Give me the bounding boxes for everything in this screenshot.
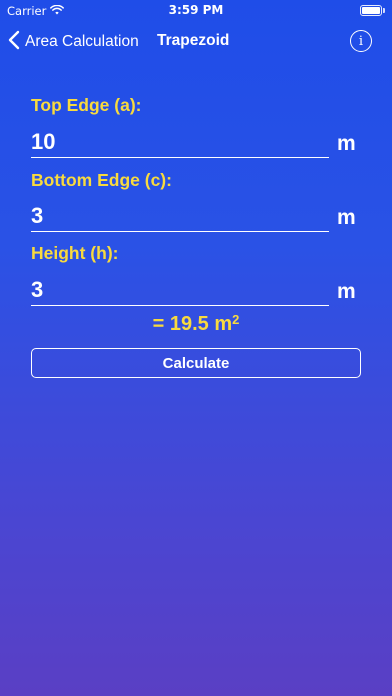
result-unit-exponent: 2	[232, 312, 240, 327]
result-display: = 19.5 m2	[0, 312, 392, 336]
info-circle-icon: i	[358, 33, 364, 49]
back-button[interactable]: Area Calculation	[8, 30, 139, 54]
info-button[interactable]: i	[350, 30, 372, 52]
bottom-edge-unit: m	[337, 206, 356, 229]
bottom-edge-input[interactable]	[31, 201, 329, 232]
battery-level	[362, 7, 380, 14]
calculate-button[interactable]: Calculate	[31, 348, 361, 378]
back-label: Area Calculation	[25, 33, 139, 50]
page-title: Trapezoid	[157, 32, 230, 49]
battery-icon	[360, 5, 382, 16]
battery-cap	[383, 8, 385, 13]
result-value: 19.5	[169, 313, 209, 335]
status-time: 3:59 PM	[168, 3, 224, 17]
height-input[interactable]	[31, 275, 329, 306]
navigation-bar: Area Calculation Trapezoid i	[0, 22, 392, 62]
result-unit: m	[214, 313, 233, 335]
status-bar: Carrier 3:59 PM	[0, 0, 392, 22]
bottom-edge-label: Bottom Edge (c):	[31, 170, 172, 190]
result-prefix: =	[152, 313, 170, 335]
chevron-left-icon	[8, 30, 20, 54]
calculate-button-label: Calculate	[162, 354, 230, 372]
height-unit: m	[337, 280, 356, 303]
top-edge-input[interactable]	[31, 127, 329, 158]
height-label: Height (h):	[31, 243, 119, 263]
top-edge-unit: m	[337, 132, 356, 155]
top-edge-label: Top Edge (a):	[31, 95, 142, 115]
